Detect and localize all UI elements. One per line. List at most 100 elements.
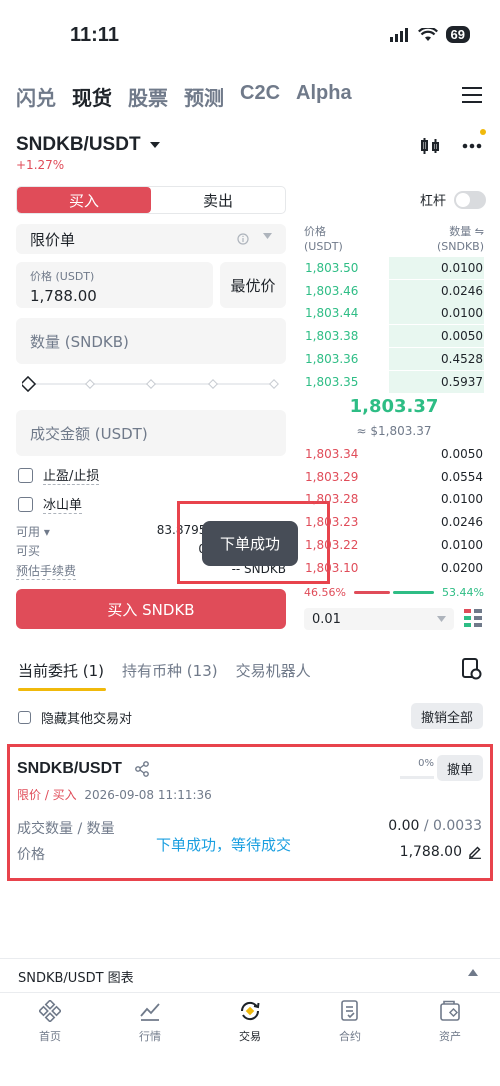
candlestick-icon[interactable] (420, 136, 440, 156)
orderbook-row[interactable]: 1,803.23 0.0246 (304, 511, 484, 533)
trade-icon (240, 1001, 260, 1021)
iceberg-checkbox-box[interactable] (18, 496, 33, 512)
orderbook-price: 1,803.29 (305, 469, 359, 484)
order-history-icon[interactable] (462, 658, 482, 680)
available-label-group[interactable]: 可用 ▾ (16, 523, 50, 540)
tab-open-orders[interactable]: 当前委托 (1) (18, 660, 104, 681)
sell-tab[interactable]: 卖出 (151, 187, 285, 213)
caret-up-icon[interactable] (468, 969, 478, 976)
iceberg-label: 冰山单 (43, 494, 83, 514)
tabbar-assets[interactable]: 资产 (420, 1000, 480, 1044)
signal-icon (389, 27, 408, 42)
wifi-icon (417, 27, 438, 41)
iceberg-checkbox[interactable]: 冰山单 (18, 494, 83, 514)
order-qty-value: 0.00 / 0.0033 (388, 818, 482, 834)
nav-item-alpha[interactable]: Alpha (296, 82, 352, 111)
divider (0, 992, 500, 993)
nav-item-prediction[interactable]: 预测 (184, 82, 224, 111)
info-icon[interactable] (237, 233, 249, 245)
order-meta: 限价 / 买入 2026-09-08 11:11:36 (17, 786, 212, 803)
mid-price: 1,803.37 (349, 396, 439, 417)
orderbook-row[interactable]: 1,803.36 0.4528 (304, 347, 484, 370)
orderbook-header: 价格 (USDT) 数量 ⇋ (SNDKB) (304, 224, 484, 254)
order-price-value: 1,788.00 (399, 844, 462, 860)
leverage-switch[interactable] (454, 190, 487, 209)
nav-item-c2c[interactable]: C2C (240, 82, 280, 111)
nav-item-convert[interactable]: 闪兑 (16, 82, 56, 111)
orderbook-layout-icon[interactable] (464, 609, 482, 627)
top-nav: 闪兑 现货 股票 预测 C2C Alpha (16, 82, 352, 111)
leverage-toggle-group: 杠杆 (420, 190, 487, 209)
price-value: 1,788.00 (30, 287, 97, 305)
amount-slider[interactable] (22, 376, 280, 392)
chart-toggle[interactable]: SNDKB/USDT 图表 (18, 967, 134, 986)
orderbook-row[interactable]: 1,803.22 0.0100 (304, 534, 484, 556)
edit-icon[interactable] (468, 845, 482, 859)
tpsl-label: 止盈/止损 (43, 465, 100, 485)
futures-icon (341, 1000, 358, 1021)
orderbook-row[interactable]: 1,803.29 0.0554 (304, 466, 484, 488)
order-time: 2026-09-08 11:11:36 (84, 788, 212, 802)
orderbook-row[interactable]: 1,803.46 0.0246 (304, 279, 484, 302)
pair-symbol: SNDKB/USDT (16, 134, 141, 155)
orderbook-row[interactable]: 1,803.34 0.0050 (304, 443, 484, 465)
tabbar-markets[interactable]: 行情 (120, 1000, 180, 1044)
price-label: 价格 (USDT) (30, 270, 95, 283)
cancel-all-button[interactable]: 撤销全部 (411, 703, 483, 729)
orderbook-qty: 0.5937 (441, 374, 483, 389)
tabbar-home[interactable]: 首页 (20, 1000, 80, 1044)
tabbar-trade[interactable]: 交易 (220, 1000, 280, 1044)
pair-selector[interactable]: SNDKB/USDT (16, 134, 161, 156)
tab-holdings[interactable]: 持有币种 (13) (122, 660, 218, 681)
orderbook-row[interactable]: 1,803.35 0.5937 (304, 370, 484, 393)
orderbook-qty: 0.0246 (441, 515, 483, 530)
ob-price-header: 价格 (USDT) (304, 225, 343, 253)
home-icon (39, 1000, 61, 1022)
ob-qty-header[interactable]: 数量 ⇋ (SNDKB) (437, 224, 484, 254)
precision-select[interactable]: 0.01 (304, 608, 454, 630)
hide-other-pairs-checkbox[interactable]: 隐藏其他交易对 (18, 708, 132, 727)
menu-icon[interactable] (462, 86, 482, 104)
submit-buy-button[interactable]: 买入 SNDKB (16, 589, 286, 629)
share-icon[interactable] (134, 761, 150, 777)
best-price-button[interactable]: 最优价 (220, 262, 286, 308)
amount-input[interactable]: 成交金额 (USDT) (16, 410, 286, 456)
orderbook-row[interactable]: 1,803.28 0.0100 (304, 488, 484, 510)
orderbook-qty: 0.0100 (441, 261, 483, 275)
orderbook-row[interactable]: 1,803.38 0.0050 (304, 325, 484, 348)
order-price-label: 价格 (17, 847, 45, 863)
hide-other-pairs-box[interactable] (18, 711, 31, 724)
orders-tabs: 当前委托 (1) 持有币种 (13) 交易机器人 (18, 660, 311, 681)
orderbook-qty: 0.0100 (441, 492, 483, 507)
order-total: / 0.0033 (419, 818, 482, 834)
hide-other-pairs-label: 隐藏其他交易对 (41, 712, 133, 727)
can-buy-label: 可买 (16, 544, 41, 558)
nav-item-stocks[interactable]: 股票 (128, 82, 168, 111)
cancel-order-button[interactable]: 撤单 (437, 755, 483, 781)
order-type-select[interactable]: 限价单 (16, 224, 286, 254)
orderbook-qty: 0.4528 (441, 351, 483, 366)
quantity-input[interactable]: 数量 (SNDKB) (16, 318, 286, 364)
bottom-tab-bar: 首页 行情 交易 合约 资产 (0, 1000, 500, 1044)
fee-label: 预估手续费 (16, 564, 77, 580)
buy-tab[interactable]: 买入 (17, 187, 151, 213)
pair-change: +1.27% (16, 158, 65, 172)
order-filled: 0.00 (388, 818, 420, 834)
orderbook-price: 1,803.46 (305, 283, 359, 298)
orderbook-price: 1,803.36 (305, 351, 359, 366)
tpsl-checkbox-box[interactable] (18, 467, 33, 483)
more-icon[interactable] (462, 143, 482, 149)
order-type: 限价 / 买入 (17, 788, 77, 802)
available-label: 可用 (16, 525, 41, 539)
tabbar-futures[interactable]: 合约 (320, 1000, 380, 1044)
tab-trading-bots[interactable]: 交易机器人 (236, 660, 311, 681)
tpsl-checkbox[interactable]: 止盈/止损 (18, 465, 100, 485)
caret-down-icon (149, 142, 160, 148)
price-input[interactable]: 价格 (USDT) 1,788.00 (16, 262, 213, 308)
orderbook-row[interactable]: 1,803.10 0.0200 (304, 557, 484, 579)
nav-item-spot[interactable]: 现货 (72, 82, 112, 111)
orderbook-price: 1,803.28 (305, 492, 359, 507)
orderbook-row[interactable]: 1,803.44 0.0100 (304, 302, 484, 325)
fill-progress-bar (400, 776, 434, 779)
orderbook-row[interactable]: 1,803.50 0.0100 (304, 257, 484, 279)
